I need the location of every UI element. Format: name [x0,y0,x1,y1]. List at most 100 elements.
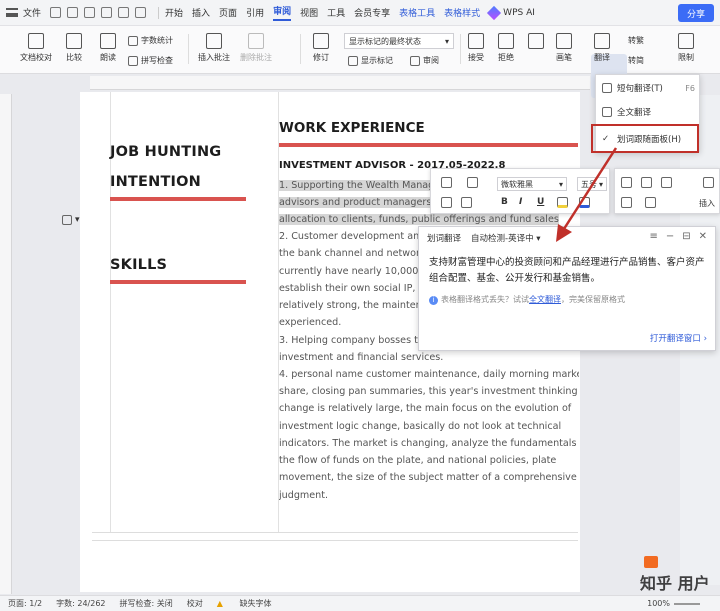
menu-table-style[interactable]: 表格样式 [444,6,480,19]
left-heading-skills: SKILLS [110,257,168,273]
word-count-button[interactable]: 字数统计 [128,35,173,46]
wps-ai-button[interactable]: WPS AI [487,5,535,20]
menu-file[interactable]: 文件 [23,6,41,19]
print-icon[interactable] [84,7,96,18]
language-select[interactable]: 自动检测-英译中 ▾ [471,232,541,244]
draw-button[interactable]: 画笔 [556,33,572,63]
preview-icon[interactable] [101,7,113,18]
horizontal-ruler[interactable] [90,76,590,90]
shrink-font-icon[interactable] [641,177,652,188]
translate-tab[interactable]: 划词翻译 [427,232,461,244]
clipboard-icon[interactable] [461,197,472,208]
full-translate-item[interactable]: 全文翻译 [602,106,697,118]
menu-tools[interactable]: 工具 [327,6,345,19]
table-insert-icon[interactable] [703,177,714,188]
spell-check-icon [128,55,138,66]
menu-member[interactable]: 会员专享 [354,6,390,19]
wps-ai-label: WPS AI [503,7,535,18]
menu-reference[interactable]: 引用 [246,6,264,19]
body-line: investment and financial services. [279,352,444,363]
menu-table-tools[interactable]: 表格工具 [399,6,435,19]
to-simplified-label: 转简 [628,56,644,65]
selected-text: advisors and product managers in [279,197,444,208]
restrict-button[interactable]: 限制 [678,33,694,63]
close-icon[interactable]: ✕ [699,231,707,242]
accept-icon [468,33,484,49]
paste-icon[interactable] [467,177,478,188]
underline-button[interactable]: U [537,197,544,207]
table-handle[interactable]: ▾ [62,213,86,227]
cut-icon[interactable] [441,197,452,208]
copy-format-icon[interactable] [441,177,452,188]
undo-icon[interactable] [118,7,130,18]
chevron-right-icon: › [700,334,707,344]
floating-format-toolbar-right: 插入 [614,168,720,214]
chevron-down-icon: ▾ [444,36,449,46]
revise-icon [313,33,329,49]
italic-button[interactable]: I [519,197,522,207]
translate-tip: i 表格翻译格式丢失？试试全文翻译，完美保留原格式 [429,294,625,305]
proof-status[interactable]: 校对 [187,598,203,609]
restrict-label: 限制 [678,53,694,62]
menu-page[interactable]: 页面 [219,6,237,19]
translate-button[interactable]: 翻译 [594,33,610,63]
minimize-icon[interactable]: − [666,231,674,242]
menu-insert[interactable]: 插入 [192,6,210,19]
align-icon[interactable] [645,197,656,208]
doc-check-button[interactable]: 文档校对 [20,33,52,63]
track-state-select[interactable]: 显示标记的最终状态 ▾ [344,33,454,49]
review-pane-button[interactable]: 审阅 [410,55,439,66]
prev-button[interactable] [528,33,544,52]
open-translate-window-link[interactable]: 打开翻译窗口 › [650,332,707,344]
dock-icon[interactable]: ⊟ [682,231,690,242]
spell-check-button[interactable]: 拼写检查 [128,55,173,66]
compare-button[interactable]: 比较 [66,33,82,63]
short-translate-item[interactable]: 短句翻译(T) F6 [602,82,697,94]
selected-text: 1. Supporting the Wealth Managem [279,180,450,191]
body-line: investment logic change, basically do no… [279,421,562,432]
reject-button[interactable]: 拒绝 [498,33,514,63]
translate-icon [594,33,610,49]
share-button[interactable]: 分享 [678,4,714,22]
bold-button[interactable]: B [501,197,508,207]
zoom-slider[interactable] [674,603,700,605]
table-icon [62,215,72,225]
page-indicator[interactable]: 页面: 1/2 [8,598,42,609]
zoom-level[interactable]: 100% [647,599,670,608]
insert-comment-button[interactable]: 插入批注 [198,33,230,63]
tip-prefix: 表格翻译格式丢失？试试 [441,295,529,304]
body-line: movement, the size of the subject matter… [279,472,577,483]
line-spacing-icon[interactable] [661,177,672,188]
dd-label: 短句翻译(T) [617,84,663,94]
menu-lines-icon[interactable]: ≡ [649,231,657,242]
menu-review[interactable]: 审阅 [273,4,292,21]
menu-icon[interactable] [6,8,18,17]
revise-button[interactable]: 修订 [313,33,329,63]
body-line: change is relatively large, the main foc… [279,403,572,414]
accept-button[interactable]: 接受 [468,33,484,63]
export-icon[interactable] [67,7,79,18]
vertical-ruler[interactable] [0,94,12,594]
spell-check-label: 拼写检查 [141,56,173,65]
insert-label[interactable]: 插入 [699,198,715,209]
missing-font-status[interactable]: ▲ 缺失字体 [217,598,286,609]
read-aloud-button[interactable]: 朗读 [100,33,116,63]
delete-comment-button[interactable]: 删除批注 [240,33,272,63]
to-simplified-button[interactable]: 转简 [628,55,644,66]
redo-icon[interactable] [135,7,147,18]
spell-check-status[interactable]: 拼写检查: 关闭 [120,598,173,609]
full-translate-link[interactable]: 全文翻译 [529,295,561,304]
menu-home[interactable]: 开始 [165,6,183,19]
open-translate-label: 打开翻译窗口 [649,334,701,344]
to-traditional-button[interactable]: 转繁 [628,35,644,46]
word-count-indicator[interactable]: 字数: 24/262 [56,598,105,609]
short-translate-icon [602,83,612,93]
compare-label: 比较 [66,53,82,62]
save-icon[interactable] [50,7,62,18]
restrict-icon [678,33,694,49]
menu-view[interactable]: 视图 [300,6,318,19]
show-marks-button[interactable]: 显示标记 [348,55,393,66]
chevron-down-icon: ▾ [75,215,80,225]
tip-suffix: ，完美保留原格式 [561,295,625,304]
full-translate-icon [602,107,612,117]
